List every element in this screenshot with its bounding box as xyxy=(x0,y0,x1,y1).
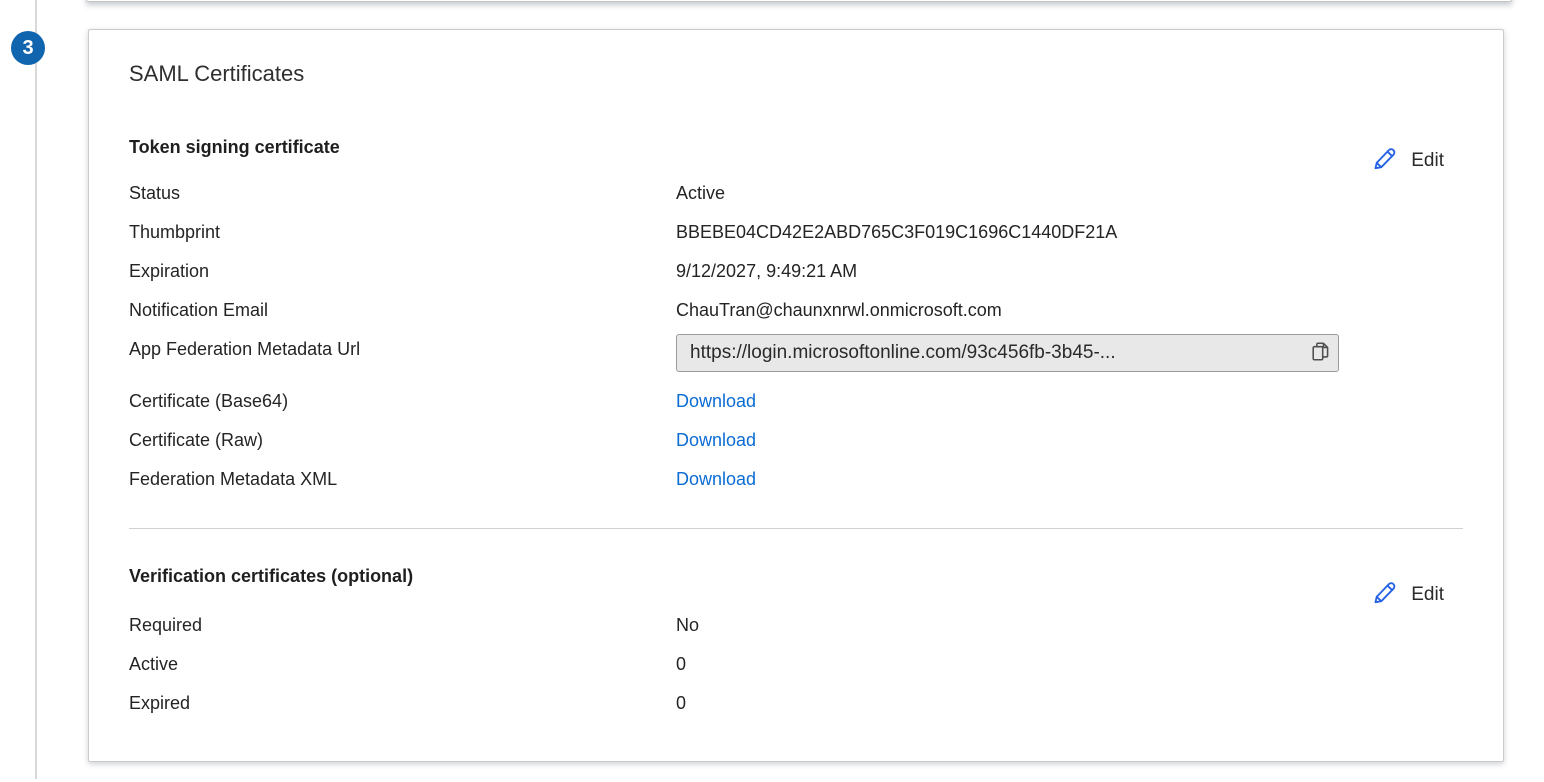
row-thumbprint: Thumbprint BBEBE04CD42E2ABD765C3F019C169… xyxy=(129,220,1463,259)
edit-verification-button[interactable]: Edit xyxy=(1370,579,1444,610)
row-label: Status xyxy=(129,181,676,205)
row-label: Thumbprint xyxy=(129,220,676,244)
row-label: Notification Email xyxy=(129,298,676,322)
card-title: SAML Certificates xyxy=(129,59,1463,89)
edit-button-label: Edit xyxy=(1411,150,1444,172)
row-label: Required xyxy=(129,613,676,637)
edit-button-label: Edit xyxy=(1411,584,1444,606)
step-3-badge: 3 xyxy=(11,31,45,65)
active-count-value: 0 xyxy=(676,652,686,676)
download-federation-metadata-xml-link[interactable]: Download xyxy=(676,467,756,491)
previous-card-edge xyxy=(86,0,1512,2)
expiration-value: 9/12/2027, 9:49:21 AM xyxy=(676,259,857,283)
status-value: Active xyxy=(676,181,725,205)
expired-count-value: 0 xyxy=(676,691,686,715)
row-app-federation-metadata-url: App Federation Metadata Url xyxy=(129,337,1463,389)
row-certificate-base64: Certificate (Base64) Download xyxy=(129,389,1463,428)
row-federation-metadata-xml: Federation Metadata XML Download xyxy=(129,467,1463,506)
metadata-url-field xyxy=(676,334,1339,372)
row-label: Federation Metadata XML xyxy=(129,467,676,491)
token-signing-rows: Status Active Thumbprint BBEBE04CD42E2AB… xyxy=(129,181,1463,506)
row-label: Expiration xyxy=(129,259,676,283)
pencil-icon xyxy=(1370,145,1398,176)
pencil-icon xyxy=(1370,579,1398,610)
row-required: Required No xyxy=(129,613,1463,652)
row-label: Expired xyxy=(129,691,676,715)
notification-email-value: ChauTran@chaunxnrwl.onmicrosoft.com xyxy=(676,298,1002,322)
download-certificate-base64-link[interactable]: Download xyxy=(676,389,756,413)
metadata-url-input[interactable] xyxy=(677,342,1302,364)
thumbprint-value: BBEBE04CD42E2ABD765C3F019C1696C1440DF21A xyxy=(676,220,1117,244)
saml-sso-step3-region: 3 SAML Certificates Edit xyxy=(0,0,1544,782)
verification-certificates-heading: Verification certificates (optional) xyxy=(129,564,1463,588)
edit-token-signing-button[interactable]: Edit xyxy=(1370,145,1444,176)
row-notification-email: Notification Email ChauTran@chaunxnrwl.o… xyxy=(129,298,1463,337)
copy-icon xyxy=(1308,339,1333,367)
verification-rows: Required No Active 0 Expired 0 xyxy=(129,613,1463,730)
step-number: 3 xyxy=(22,37,33,60)
token-signing-heading: Token signing certificate xyxy=(129,135,1463,159)
row-label: Certificate (Raw) xyxy=(129,428,676,452)
row-label: Active xyxy=(129,652,676,676)
row-expired-count: Expired 0 xyxy=(129,691,1463,730)
download-certificate-raw-link[interactable]: Download xyxy=(676,428,756,452)
saml-certificates-card: SAML Certificates Edit xyxy=(88,29,1504,762)
row-active-count: Active 0 xyxy=(129,652,1463,691)
row-status: Status Active xyxy=(129,181,1463,220)
copy-metadata-url-button[interactable] xyxy=(1302,335,1338,371)
step-connector-line xyxy=(35,0,37,779)
row-label: Certificate (Base64) xyxy=(129,389,676,413)
row-label: App Federation Metadata Url xyxy=(129,337,676,361)
row-expiration: Expiration 9/12/2027, 9:49:21 AM xyxy=(129,259,1463,298)
row-certificate-raw: Certificate (Raw) Download xyxy=(129,428,1463,467)
required-value: No xyxy=(676,613,699,637)
section-divider xyxy=(129,528,1463,529)
